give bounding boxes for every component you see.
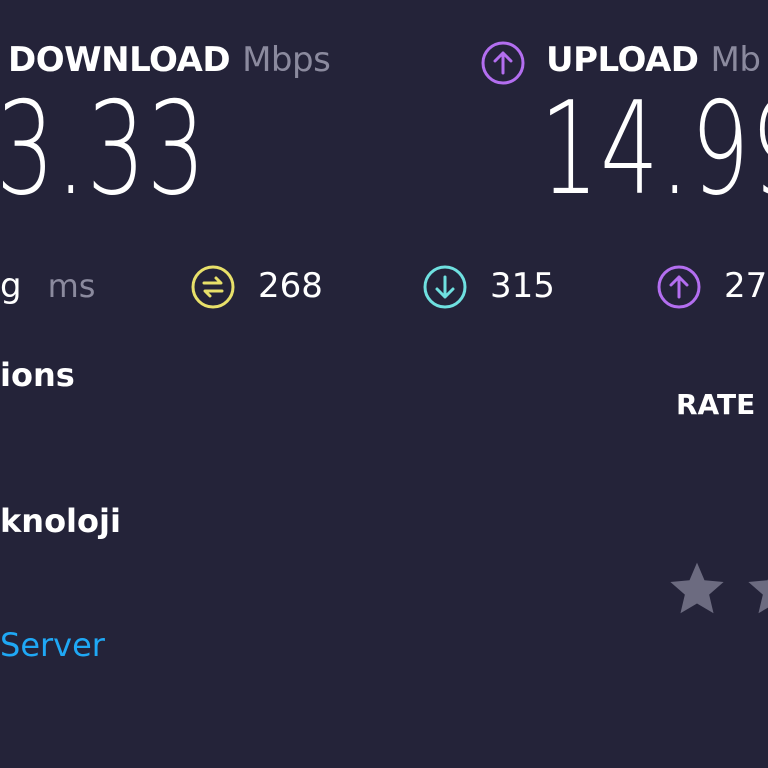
rate-label: RATE bbox=[676, 388, 756, 421]
download-speed-value: 3.33 bbox=[0, 75, 207, 224]
upload-unit: Mb bbox=[710, 40, 761, 80]
connections-label: ions bbox=[0, 356, 75, 394]
server-link[interactable]: Server bbox=[0, 626, 105, 664]
upload-header: UPLOAD Mb bbox=[546, 40, 761, 80]
download-arrow-icon bbox=[423, 265, 467, 309]
download-label: DOWNLOAD bbox=[8, 40, 231, 80]
ping-idle-value: 268 bbox=[258, 266, 323, 306]
upload-speed-value: 14.99 bbox=[540, 75, 768, 224]
ping-header: g ms bbox=[0, 266, 95, 306]
download-unit: Mbps bbox=[242, 40, 331, 80]
rating-star-1[interactable] bbox=[666, 558, 728, 620]
ping-download-value: 315 bbox=[490, 266, 555, 306]
rating-star-2[interactable] bbox=[744, 558, 768, 620]
upload-label: UPLOAD bbox=[546, 40, 699, 80]
ping-unit: ms bbox=[47, 267, 96, 305]
upload-arrow-icon bbox=[657, 265, 701, 309]
speedtest-results-panel: DOWNLOAD Mbps UPLOAD Mb 3.33 14.99 gms 268… bbox=[0, 0, 768, 768]
ping-upload-value: 27 bbox=[724, 266, 768, 306]
isp-name: knoloji bbox=[0, 502, 121, 540]
download-header: DOWNLOAD Mbps bbox=[8, 40, 331, 80]
ping-idle-icon bbox=[191, 265, 235, 309]
upload-arrow-icon bbox=[481, 41, 525, 85]
ping-label: g bbox=[0, 266, 22, 306]
